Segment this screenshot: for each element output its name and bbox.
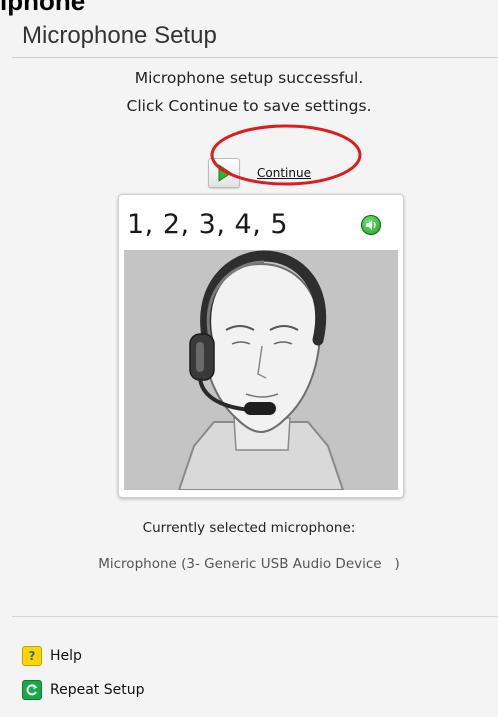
status-message: Microphone setup successful. Click Conti… — [0, 64, 498, 120]
help-link[interactable]: ? Help — [22, 646, 82, 666]
title-divider — [12, 57, 498, 58]
mic-caption: Currently selected microphone: — [142, 520, 356, 536]
headset-illustration — [124, 250, 398, 490]
continue-button[interactable] — [208, 158, 240, 188]
status-line-2: Click Continue to save settings. — [126, 97, 372, 115]
top-cropped-text: lphone — [0, 0, 86, 16]
selected-mic-name: Microphone (3- Generic USB Audio Device … — [98, 556, 400, 572]
continue-link[interactable]: Continue — [257, 166, 311, 180]
repeat-icon — [22, 680, 42, 700]
window-title: Microphone Setup — [22, 22, 217, 49]
play-arrow-icon — [218, 164, 232, 182]
repeat-setup-label[interactable]: Repeat Setup — [50, 682, 144, 698]
count-text: 1, 2, 3, 4, 5 — [127, 209, 289, 240]
status-line-1: Microphone setup successful. — [134, 69, 364, 87]
footer-divider — [12, 616, 498, 617]
continue-control[interactable]: Continue — [208, 158, 311, 188]
speaker-icon[interactable] — [361, 215, 381, 235]
repeat-setup-link[interactable]: Repeat Setup — [22, 680, 144, 700]
help-label[interactable]: Help — [50, 648, 82, 664]
test-card: 1, 2, 3, 4, 5 — [118, 194, 404, 498]
help-icon: ? — [22, 646, 42, 666]
